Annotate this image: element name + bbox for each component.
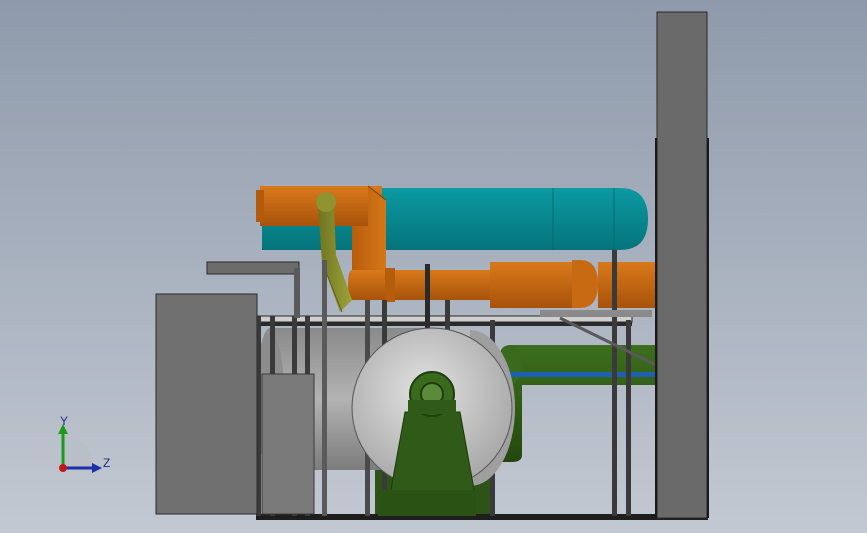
z-axis-label: Z	[103, 456, 111, 470]
axis-triad: Y Z	[50, 412, 120, 478]
gray-housing-box[interactable]	[155, 293, 315, 515]
orange-pipe-lower[interactable]	[348, 260, 656, 308]
chimney-stack[interactable]	[655, 11, 709, 519]
y-axis-label: Y	[60, 414, 69, 428]
origin-dot	[59, 464, 67, 472]
blue-rod[interactable]	[498, 372, 656, 377]
cad-viewport[interactable]: Y Z	[0, 0, 867, 533]
cad-model-scene[interactable]	[0, 0, 867, 533]
